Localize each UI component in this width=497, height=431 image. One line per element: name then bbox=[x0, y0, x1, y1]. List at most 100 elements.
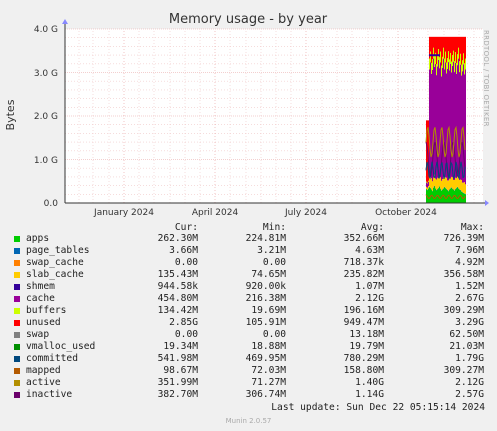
area-slab-cache bbox=[448, 180, 449, 191]
area-apps bbox=[452, 189, 453, 203]
area-buffers bbox=[433, 47, 434, 59]
area-slab-cache bbox=[445, 177, 446, 188]
area-shmem bbox=[439, 54, 440, 57]
area-slab-cache bbox=[438, 178, 439, 188]
legend-min: 0.00 bbox=[262, 257, 286, 268]
side-label: RRDTOOL / TOBI OETIKER bbox=[482, 30, 490, 127]
area-apps bbox=[464, 193, 465, 203]
area-slab-cache bbox=[450, 178, 451, 189]
area-buffers bbox=[452, 55, 453, 66]
area-slab-cache bbox=[428, 186, 429, 189]
area-cache bbox=[428, 181, 429, 187]
legend-row-cache: cache 454.80M 216.38M 2.12G 2.67G bbox=[0, 293, 497, 305]
area-unused bbox=[437, 36, 438, 56]
area-buffers bbox=[453, 50, 454, 62]
area-unused bbox=[459, 36, 460, 62]
legend-name: committed bbox=[26, 353, 78, 364]
x-tick-1: April 2024 bbox=[192, 208, 239, 218]
area-cache bbox=[449, 70, 450, 179]
area-buffers bbox=[448, 51, 449, 63]
area-apps bbox=[457, 187, 458, 203]
legend-row-mapped: mapped 98.67M 72.03M 158.80M 309.27M bbox=[0, 365, 497, 377]
legend-row-slab_cache: slab_cache 135.43M 74.65M 235.82M 356.58M bbox=[0, 269, 497, 281]
area-unused bbox=[446, 36, 447, 63]
legend-cur: 382.70M bbox=[157, 389, 198, 400]
area-apps bbox=[446, 189, 447, 203]
legend-name: mapped bbox=[26, 365, 61, 376]
area-apps bbox=[458, 188, 459, 203]
x-tick-2: July 2024 bbox=[284, 208, 327, 218]
legend-min: 19.69M bbox=[251, 305, 286, 316]
area-apps bbox=[445, 188, 446, 203]
legend-row-committed: committed 541.98M 469.95M 780.29M 1.79G bbox=[0, 353, 497, 365]
legend-name: active bbox=[26, 377, 61, 388]
area-cache bbox=[457, 65, 458, 177]
area-slab-cache bbox=[440, 177, 441, 189]
area-slab-cache bbox=[432, 181, 433, 191]
legend-max: 309.27M bbox=[443, 365, 484, 376]
area-unused bbox=[445, 36, 446, 52]
area-unused bbox=[444, 36, 445, 59]
area-unused bbox=[456, 36, 457, 63]
area-cache bbox=[443, 58, 444, 177]
legend-min: 0.00 bbox=[262, 329, 286, 340]
area-unused bbox=[434, 36, 435, 56]
area-buffers bbox=[455, 52, 456, 63]
area-slab-cache bbox=[461, 179, 462, 192]
area-buffers bbox=[444, 58, 445, 70]
area-slab-cache bbox=[457, 176, 458, 187]
y-tick-0: 0.0 bbox=[44, 199, 59, 209]
legend-name: page_tables bbox=[26, 245, 90, 256]
legend-cur: 98.67M bbox=[163, 365, 198, 376]
area-unused bbox=[441, 36, 442, 66]
area-shmem bbox=[436, 54, 437, 57]
legend-max: 309.29M bbox=[443, 305, 484, 316]
area-cache bbox=[434, 66, 435, 175]
legend-swatch bbox=[14, 380, 20, 386]
legend-min: 306.74M bbox=[245, 389, 286, 400]
area-unused bbox=[461, 36, 462, 65]
area-cache bbox=[426, 182, 427, 187]
legend-avg: 235.82M bbox=[343, 269, 384, 280]
area-slab-cache bbox=[464, 182, 465, 194]
area-slab-cache bbox=[427, 187, 428, 190]
y-tick-2: 2.0 G bbox=[34, 112, 58, 122]
area-unused bbox=[453, 36, 454, 51]
legend-swatch bbox=[14, 392, 20, 398]
area-buffers bbox=[459, 61, 460, 73]
y-axis-label: Bytes bbox=[4, 99, 17, 130]
legend-swatch bbox=[14, 260, 20, 266]
col-avg: Avg: bbox=[360, 222, 384, 233]
legend-max: 7.96M bbox=[455, 245, 484, 256]
legend-avg: 1.07M bbox=[355, 281, 384, 292]
area-buffers bbox=[447, 58, 448, 70]
legend-cur: 454.80M bbox=[157, 293, 198, 304]
legend-cur: 135.43M bbox=[157, 269, 198, 280]
area-unused bbox=[436, 36, 437, 65]
area-buffers bbox=[430, 51, 431, 63]
area-unused bbox=[435, 36, 436, 53]
area-buffers bbox=[449, 59, 450, 71]
area-cache bbox=[435, 63, 436, 179]
area-buffers bbox=[465, 58, 466, 70]
legend-row-unused: unused 2.85G 105.91M 949.47M 3.29G bbox=[0, 317, 497, 329]
legend-name: cache bbox=[26, 293, 55, 304]
area-unused bbox=[457, 36, 458, 55]
area-buffers bbox=[457, 54, 458, 66]
legend-avg: 1.40G bbox=[355, 377, 384, 388]
legend-max: 4.92M bbox=[455, 257, 484, 268]
area-cache bbox=[448, 62, 449, 181]
legend-avg: 1.14G bbox=[355, 389, 384, 400]
legend-avg: 2.12G bbox=[355, 293, 384, 304]
y-tick-1: 1.0 G bbox=[34, 156, 58, 166]
area-unused bbox=[454, 36, 455, 62]
area-slab-cache bbox=[442, 179, 443, 190]
area-buffers bbox=[443, 47, 444, 59]
legend-avg: 718.37k bbox=[343, 257, 384, 268]
area-slab-cache bbox=[437, 177, 438, 190]
area-unused bbox=[463, 36, 464, 54]
legend-cur: 541.98M bbox=[157, 353, 198, 364]
legend-name: buffers bbox=[26, 305, 67, 316]
area-unused bbox=[458, 36, 459, 48]
legend-cur: 944.58k bbox=[157, 281, 198, 292]
